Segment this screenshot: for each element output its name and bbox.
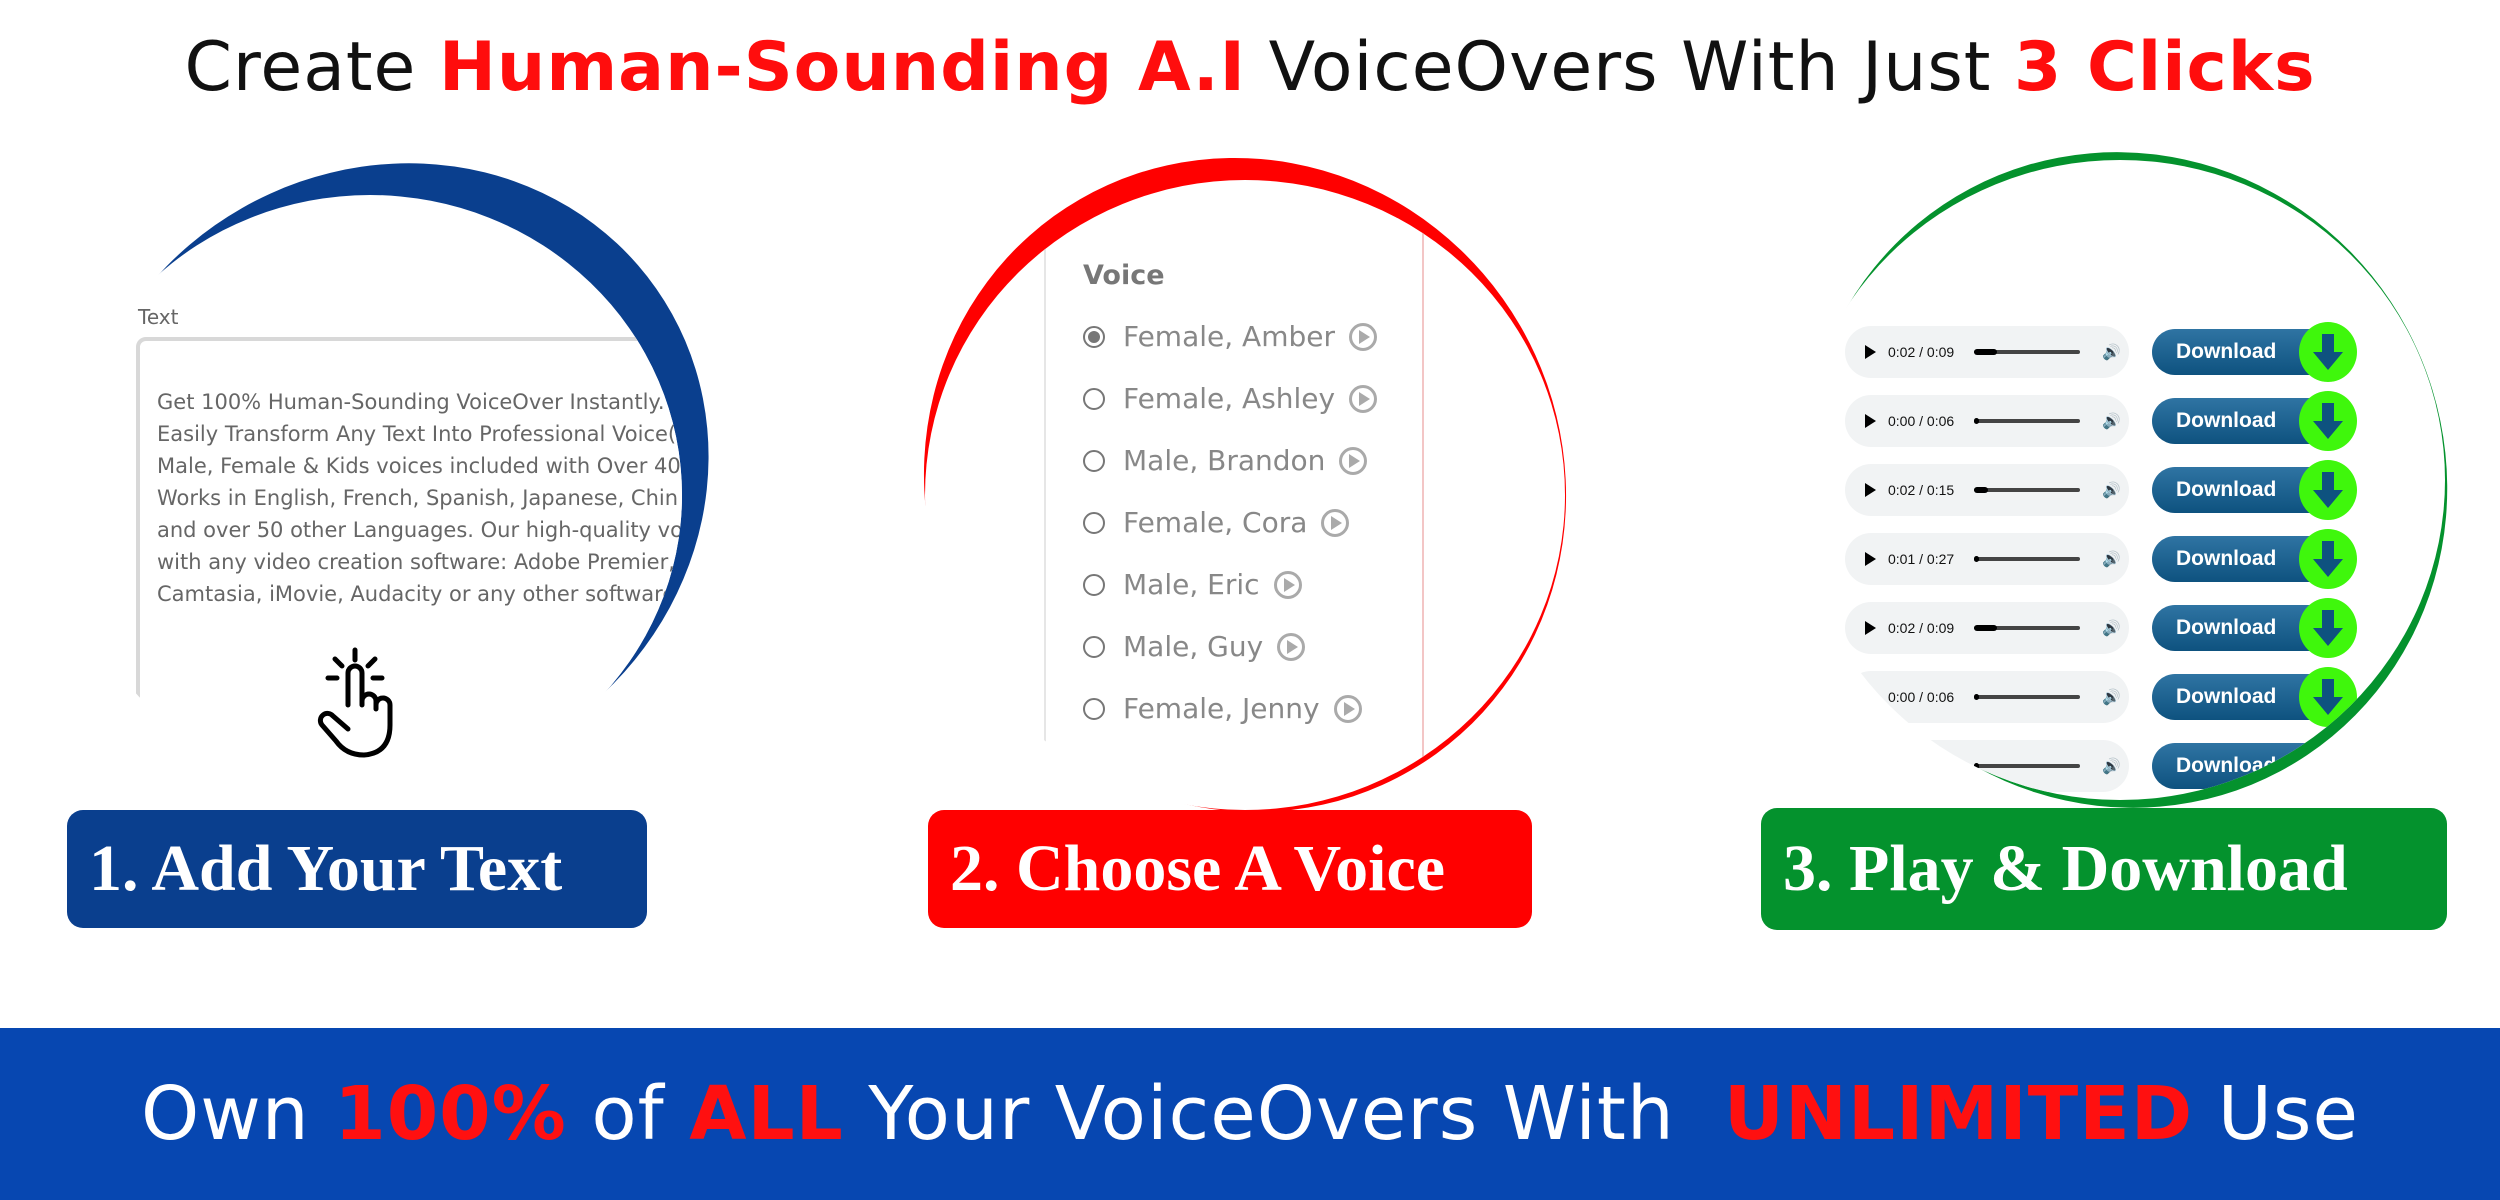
download-button[interactable]: Download (2152, 460, 2357, 520)
audio-player[interactable]: 0:00 / 0:06 🔊 (1845, 395, 2129, 447)
download-arrow-icon (2299, 736, 2357, 796)
time-display: 0:02 / 0:09 (1888, 344, 1955, 360)
bottom-banner: Own 100% of ALL Your VoiceOvers With UNL… (0, 1028, 2500, 1200)
play-icon[interactable] (1865, 552, 1876, 566)
audio-player[interactable]: 🔊 (1845, 740, 2129, 792)
time-display: 0:02 / 0:15 (1888, 482, 1955, 498)
audio-player[interactable]: 0:00 / 0:06 🔊 (1845, 671, 2129, 723)
volume-icon[interactable]: 🔊 (2102, 619, 2121, 637)
download-button[interactable]: Download (2152, 667, 2357, 727)
download-label: Download (2176, 685, 2277, 708)
time-display: 0:01 / 0:27 (1888, 551, 1955, 567)
download-button[interactable]: Download (2152, 598, 2357, 658)
seek-slider[interactable] (1974, 694, 2080, 700)
step3-circle: 0:02 / 0:09 🔊 Download 0:00 / 0:06 🔊 Download… (1795, 160, 2445, 800)
download-button[interactable]: Download (2152, 322, 2357, 382)
seek-slider[interactable] (1974, 349, 2080, 355)
banner-text: Own (141, 1071, 335, 1157)
seek-slider[interactable] (1974, 487, 2080, 493)
audio-player[interactable]: 0:02 / 0:09 🔊 (1845, 602, 2129, 654)
seek-slider[interactable] (1974, 625, 2080, 631)
banner-highlight: ALL (689, 1071, 844, 1157)
download-button[interactable]: Download (2152, 391, 2357, 451)
time-display: 0:00 / 0:06 (1888, 413, 1955, 429)
banner-highlight: 100% (334, 1071, 567, 1157)
download-arrow-icon (2299, 529, 2357, 589)
download-arrow-icon (2299, 391, 2357, 451)
audio-player[interactable]: 0:01 / 0:27 🔊 (1845, 533, 2129, 585)
volume-icon[interactable]: 🔊 (2102, 757, 2121, 775)
time-display: 0:00 / 0:06 (1888, 689, 1955, 705)
download-arrow-icon (2299, 598, 2357, 658)
download-button[interactable]: Download (2152, 736, 2357, 796)
volume-icon[interactable]: 🔊 (2102, 481, 2121, 499)
seek-slider[interactable] (1974, 556, 2080, 562)
seek-slider[interactable] (1974, 418, 2080, 424)
play-icon[interactable] (1865, 690, 1876, 704)
volume-icon[interactable]: 🔊 (2102, 343, 2121, 361)
seek-slider[interactable] (1974, 763, 2080, 769)
download-arrow-icon (2299, 667, 2357, 727)
download-label: Download (2176, 409, 2277, 432)
volume-icon[interactable]: 🔊 (2102, 412, 2121, 430)
volume-icon[interactable]: 🔊 (2102, 550, 2121, 568)
download-button[interactable]: Download (2152, 529, 2357, 589)
download-label: Download (2176, 754, 2277, 777)
banner-highlight: UNLIMITED (1723, 1071, 2194, 1157)
audio-player[interactable]: 0:02 / 0:15 🔊 (1845, 464, 2129, 516)
play-icon[interactable] (1865, 621, 1876, 635)
download-label: Download (2176, 340, 2277, 363)
download-arrow-icon (2299, 460, 2357, 520)
play-icon[interactable] (1865, 483, 1876, 497)
download-label: Download (2176, 547, 2277, 570)
banner-text: Use (2193, 1071, 2359, 1157)
step3-label: 3. Play & Download (1761, 808, 2447, 930)
time-display: 0:02 / 0:09 (1888, 620, 1955, 636)
volume-icon[interactable]: 🔊 (2102, 688, 2121, 706)
download-label: Download (2176, 616, 2277, 639)
download-label: Download (2176, 478, 2277, 501)
play-icon[interactable] (1865, 759, 1876, 773)
play-icon[interactable] (1865, 414, 1876, 428)
audio-player[interactable]: 0:02 / 0:09 🔊 (1845, 326, 2129, 378)
banner-text: Your VoiceOvers With (843, 1071, 1724, 1157)
play-icon[interactable] (1865, 345, 1876, 359)
banner-text: of (566, 1071, 690, 1157)
download-arrow-icon (2299, 322, 2357, 382)
